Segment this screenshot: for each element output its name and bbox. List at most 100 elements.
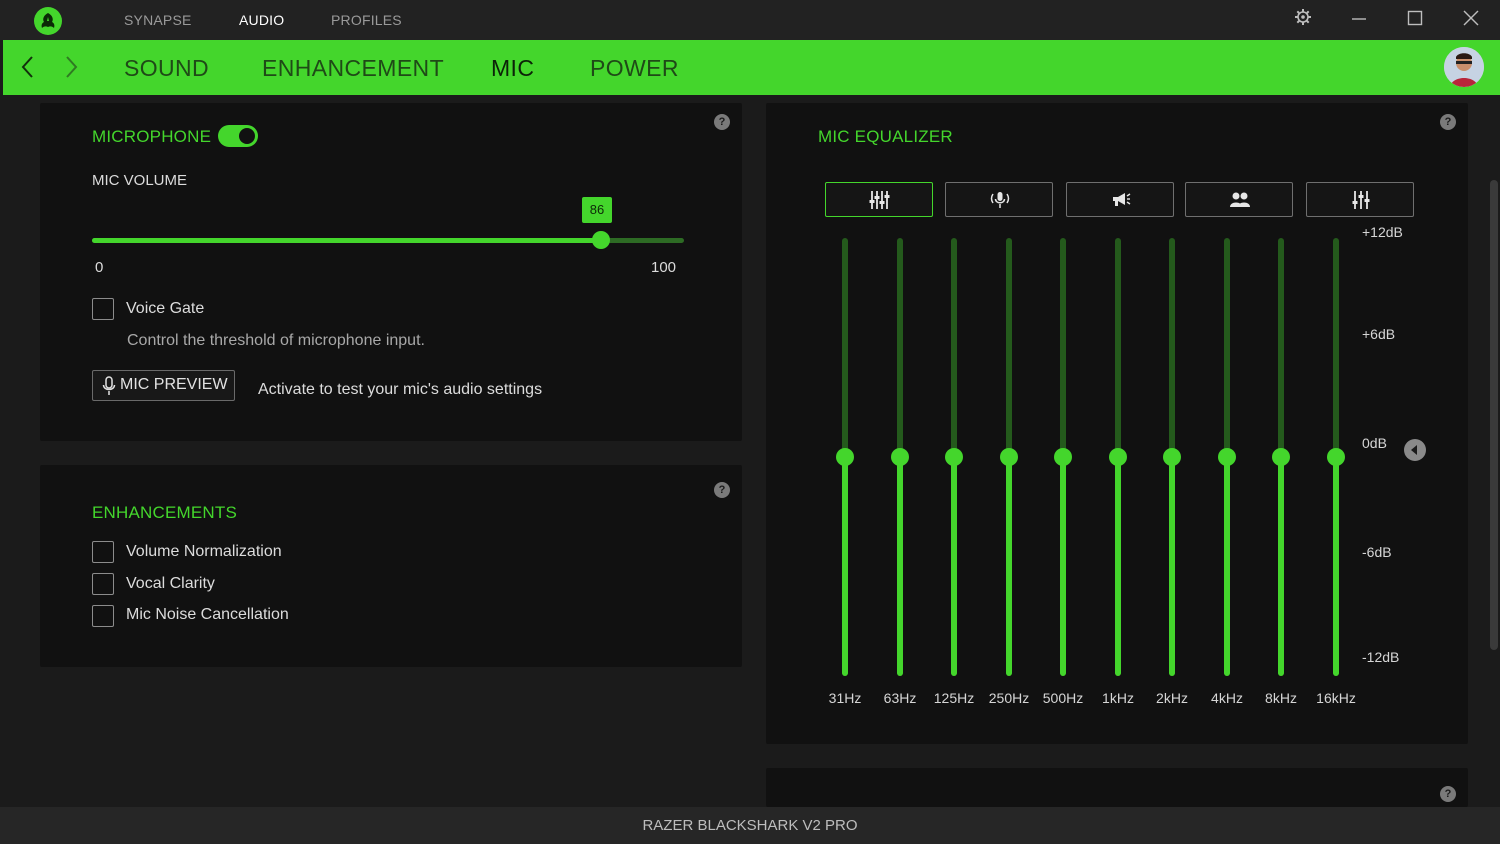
eq-band-slider[interactable] — [1000, 238, 1018, 676]
razer-logo-icon[interactable] — [34, 7, 62, 35]
eq-band-thumb[interactable] — [1272, 448, 1290, 466]
topnav-profiles[interactable]: PROFILES — [331, 12, 402, 28]
microphone-title: MICROPHONE — [92, 127, 212, 146]
eq-band-frequency-label: 125Hz — [933, 690, 975, 706]
eq-band-thumb[interactable] — [1327, 448, 1345, 466]
eq-band-fill — [1333, 457, 1339, 676]
eq-band-slider[interactable] — [1218, 238, 1236, 676]
eq-preset-people[interactable] — [1185, 182, 1293, 217]
eq-band-slider[interactable] — [1163, 238, 1181, 676]
forward-arrow-icon[interactable] — [61, 54, 81, 80]
eq-band-thumb[interactable] — [945, 448, 963, 466]
content-area: ? MICROPHONE MIC VOLUME 86 0 100 Voice G… — [0, 95, 1500, 807]
help-icon[interactable]: ? — [1440, 114, 1456, 130]
toggle-knob — [239, 128, 255, 144]
eq-band-frequency-label: 16kHz — [1316, 690, 1356, 706]
eq-band-thumb[interactable] — [1054, 448, 1072, 466]
db-label-plus12: +12dB — [1362, 224, 1403, 240]
settings-gear-icon[interactable] — [1290, 8, 1316, 32]
eq-band-fill — [951, 457, 957, 676]
eq-band-fill — [1224, 457, 1230, 676]
eq-band-frequency-label: 63Hz — [883, 690, 917, 706]
title-bar: SYNAPSE AUDIO PROFILES — [0, 0, 1500, 40]
eq-reset-button[interactable] — [1404, 439, 1426, 461]
tab-power[interactable]: POWER — [590, 55, 679, 82]
mic-volume-thumb[interactable] — [592, 231, 611, 249]
eq-band-slider[interactable] — [945, 238, 963, 676]
eq-band-frequency-label: 31Hz — [828, 690, 862, 706]
microphone-panel: ? MICROPHONE MIC VOLUME 86 0 100 Voice G… — [40, 103, 742, 441]
eq-band-frequency-label: 2kHz — [1156, 690, 1188, 706]
additional-settings-panel: ? — [766, 768, 1468, 807]
mic-equalizer-title: MIC EQUALIZER — [818, 127, 953, 146]
mic-preview-button[interactable]: MIC PREVIEW — [92, 370, 235, 401]
help-icon[interactable]: ? — [714, 114, 730, 130]
voice-gate-label: Voice Gate — [126, 300, 205, 317]
eq-band-thumb[interactable] — [1218, 448, 1236, 466]
volume-normalization-checkbox[interactable] — [92, 541, 114, 563]
eq-band-slider[interactable] — [1327, 238, 1345, 676]
mic-preview-label: MIC PREVIEW — [120, 376, 228, 393]
tab-bar: SOUND ENHANCEMENT MIC POWER — [3, 40, 1500, 95]
help-icon[interactable]: ? — [714, 482, 730, 498]
eq-band-frequency-label: 500Hz — [1042, 690, 1084, 706]
user-avatar[interactable] — [1444, 47, 1484, 87]
vocal-clarity-checkbox[interactable] — [92, 573, 114, 595]
eq-band-fill — [1060, 457, 1066, 676]
eq-band-slider[interactable] — [1054, 238, 1072, 676]
mic-volume-slider[interactable] — [92, 231, 684, 249]
microphone-icon — [102, 376, 116, 395]
voice-gate-checkbox[interactable] — [92, 298, 114, 320]
mic-preview-description: Activate to test your mic's audio settin… — [258, 381, 543, 398]
microphone-toggle[interactable] — [218, 125, 258, 147]
back-arrow-icon[interactable] — [18, 54, 38, 80]
mic-volume-label: MIC VOLUME — [92, 172, 188, 189]
help-icon[interactable]: ? — [1440, 786, 1456, 802]
eq-band-fill — [842, 457, 848, 676]
eq-preset-megaphone[interactable] — [1066, 182, 1174, 217]
mic-volume-max: 100 — [651, 259, 677, 276]
eq-band-thumb[interactable] — [1000, 448, 1018, 466]
close-icon[interactable] — [1458, 8, 1484, 32]
maximize-icon[interactable] — [1402, 8, 1428, 32]
scrollbar[interactable] — [1490, 180, 1498, 650]
minimize-icon[interactable] — [1346, 8, 1372, 32]
db-label-minus6: -6dB — [1362, 544, 1392, 560]
db-label-zero: 0dB — [1362, 435, 1387, 451]
vocal-clarity-label: Vocal Clarity — [126, 575, 215, 592]
eq-band-fill — [1169, 457, 1175, 676]
eq-preset-broadcast[interactable] — [945, 182, 1053, 217]
eq-band-fill — [1006, 457, 1012, 676]
eq-band-slider[interactable] — [891, 238, 909, 676]
eq-band-fill — [1278, 457, 1284, 676]
eq-band-slider[interactable] — [1109, 238, 1127, 676]
eq-band-thumb[interactable] — [891, 448, 909, 466]
eq-band-frequency-label: 8kHz — [1265, 690, 1297, 706]
mic-broadcast-icon — [990, 192, 1010, 208]
topnav-synapse[interactable]: SYNAPSE — [124, 12, 192, 28]
eq-band-slider[interactable] — [1272, 238, 1290, 676]
mic-noise-cancellation-label: Mic Noise Cancellation — [126, 606, 289, 623]
mic-volume-min: 0 — [95, 259, 104, 276]
eq-band-fill — [897, 457, 903, 676]
eq-preset-default[interactable] — [825, 182, 933, 217]
tab-mic[interactable]: MIC — [491, 55, 534, 82]
topnav-audio[interactable]: AUDIO — [239, 12, 284, 28]
mic-noise-cancellation-checkbox[interactable] — [92, 605, 114, 627]
people-icon — [1230, 192, 1250, 207]
tab-sound[interactable]: SOUND — [124, 55, 209, 82]
mic-volume-fill — [92, 238, 602, 243]
eq-band-frequency-label: 250Hz — [988, 690, 1030, 706]
eq-preset-custom[interactable] — [1306, 182, 1414, 217]
enhancements-title: ENHANCEMENTS — [92, 503, 238, 522]
mic-equalizer-panel: ? MIC EQUALIZER 31Hz 63Hz 125Hz 250Hz 50… — [766, 103, 1468, 744]
eq-band-frequency-label: 1kHz — [1102, 690, 1134, 706]
device-name: RAZER BLACKSHARK V2 PRO — [642, 817, 858, 834]
tab-enhancement[interactable]: ENHANCEMENT — [262, 55, 444, 82]
eq-band-thumb[interactable] — [1109, 448, 1127, 466]
mic-volume-value: 86 — [582, 197, 612, 223]
db-label-plus6: +6dB — [1362, 326, 1396, 342]
eq-band-thumb[interactable] — [836, 448, 854, 466]
eq-band-thumb[interactable] — [1163, 448, 1181, 466]
eq-band-slider[interactable] — [836, 238, 854, 676]
